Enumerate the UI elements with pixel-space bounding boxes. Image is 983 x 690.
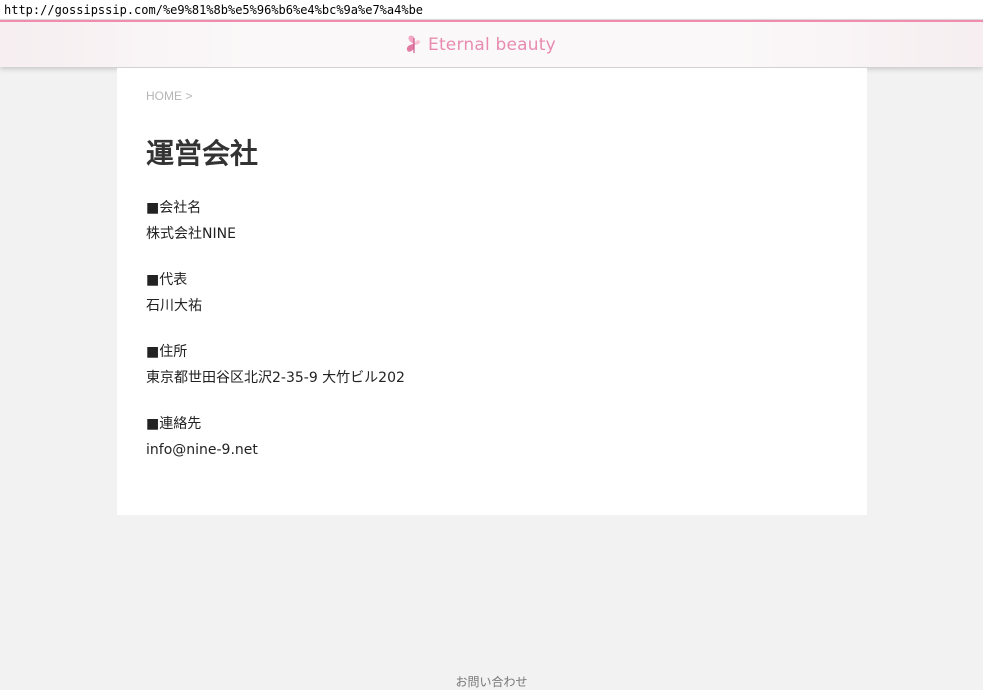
butterfly-icon [406, 35, 421, 53]
company-name-section: ■会社名 株式会社NINE [146, 195, 236, 247]
breadcrumb-separator: > [185, 89, 193, 103]
page-title: 運営会社 [146, 137, 259, 170]
url-text: http://gossipssip.com/%e9%81%8b%e5%96%b6… [4, 3, 424, 17]
section-value: 東京都世田谷区北沢2-35-9 大竹ビル202 [146, 370, 405, 386]
section-label: ■連絡先 [146, 416, 202, 432]
section-value: info@nine-9.net [146, 442, 258, 458]
breadcrumb: HOME > [146, 89, 192, 103]
section-label: ■会社名 [146, 200, 202, 216]
logo-text: Eternal beauty [428, 35, 556, 55]
representative-section: ■代表 石川大祐 [146, 267, 202, 319]
breadcrumb-home-link[interactable]: HOME [146, 89, 182, 103]
site-logo[interactable]: Eternal beauty [402, 32, 556, 58]
section-label: ■住所 [146, 344, 188, 360]
site-header: Eternal beauty [0, 20, 983, 67]
contact-section: ■連絡先 info@nine-9.net [146, 411, 258, 463]
address-section: ■住所 東京都世田谷区北沢2-35-9 大竹ビル202 [146, 339, 405, 391]
footer-contact-link[interactable]: お問い合わせ [0, 673, 983, 690]
section-value: 石川大祐 [146, 298, 202, 314]
content-card: HOME > 運営会社 ■会社名 株式会社NINE ■代表 石川大祐 ■住所 東… [117, 68, 867, 515]
section-label: ■代表 [146, 272, 188, 288]
section-value: 株式会社NINE [146, 226, 236, 242]
address-bar[interactable]: http://gossipssip.com/%e9%81%8b%e5%96%b6… [0, 0, 983, 20]
